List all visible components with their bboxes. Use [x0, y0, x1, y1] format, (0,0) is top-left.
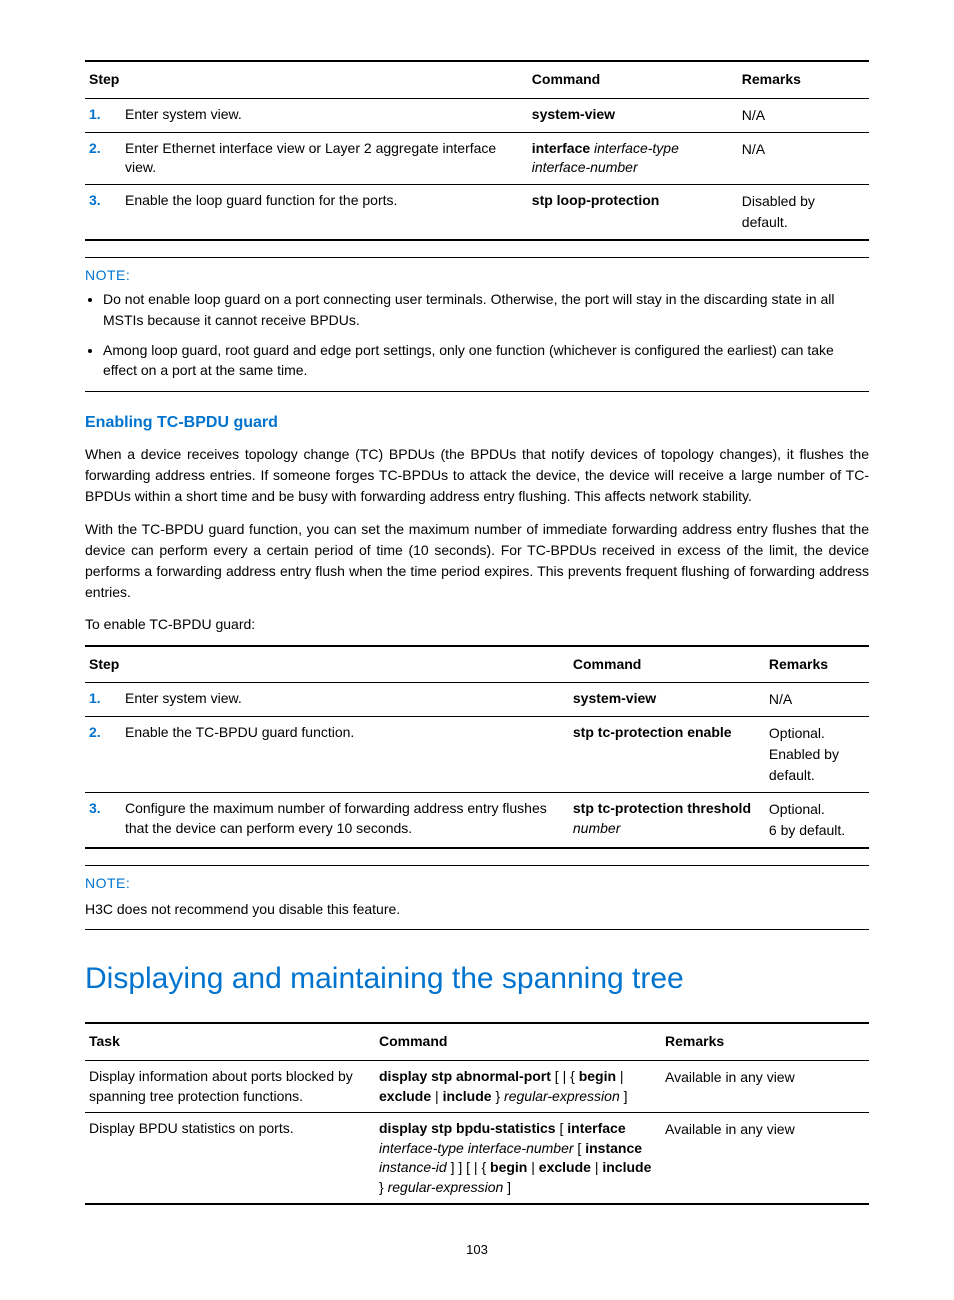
paragraph: When a device receives topology change (… — [85, 444, 869, 507]
remarks-text: Optional.Enabled by default. — [765, 717, 869, 793]
step-number: 1. — [85, 683, 121, 717]
header-command: Command — [528, 61, 738, 98]
loop-guard-table: Step Command Remarks 1.Enter system view… — [85, 60, 869, 241]
header-command: Command — [375, 1023, 661, 1060]
remarks-text: N/A — [765, 683, 869, 717]
note-item: Among loop guard, root guard and edge po… — [103, 340, 869, 381]
step-text: Enter system view. — [121, 683, 569, 717]
tc-bpdu-guard-table: Step Command Remarks 1.Enter system view… — [85, 645, 869, 850]
table-row: 1.Enter system view.system-viewN/A — [85, 683, 869, 717]
command-text: stp tc-protection threshold number — [569, 793, 765, 849]
note-tc-bpdu: NOTE: H3C does not recommend you disable… — [85, 865, 869, 930]
header-step: Step — [85, 61, 528, 98]
remarks-text: N/A — [738, 132, 869, 184]
command-text: system-view — [569, 683, 765, 717]
table-row: 2.Enable the TC-BPDU guard function.stp … — [85, 717, 869, 793]
remarks-text: Optional.6 by default. — [765, 793, 869, 849]
table-row: 2.Enter Ethernet interface view or Layer… — [85, 132, 869, 184]
remarks-text: Available in any view — [661, 1113, 869, 1205]
paragraph-lead: To enable TC-BPDU guard: — [85, 615, 869, 635]
header-remarks: Remarks — [738, 61, 869, 98]
table-row: 3.Enable the loop guard function for the… — [85, 184, 869, 240]
note-body: H3C does not recommend you disable this … — [85, 900, 869, 920]
command-text: display stp bpdu-statistics [ interface … — [375, 1113, 661, 1205]
table-row: 1.Enter system view.system-viewN/A — [85, 98, 869, 132]
subheading-tc-bpdu-guard: Enabling TC-BPDU guard — [85, 412, 869, 434]
paragraph: With the TC-BPDU guard function, you can… — [85, 519, 869, 603]
step-number: 3. — [85, 793, 121, 849]
step-number: 3. — [85, 184, 121, 240]
remarks-text: Available in any view — [661, 1060, 869, 1112]
header-remarks: Remarks — [661, 1023, 869, 1060]
note-label: NOTE: — [85, 266, 869, 286]
step-text: Enter Ethernet interface view or Layer 2… — [121, 132, 528, 184]
step-text: Enter system view. — [121, 98, 528, 132]
note-loop-guard: NOTE: Do not enable loop guard on a port… — [85, 257, 869, 392]
task-text: Display information about ports blocked … — [85, 1060, 375, 1112]
remarks-text: N/A — [738, 98, 869, 132]
step-text: Configure the maximum number of forwardi… — [121, 793, 569, 849]
step-number: 1. — [85, 98, 121, 132]
display-commands-table: Task Command Remarks Display information… — [85, 1022, 869, 1205]
table-row: Display BPDU statistics on ports.display… — [85, 1113, 869, 1205]
task-text: Display BPDU statistics on ports. — [85, 1113, 375, 1205]
step-text: Enable the TC-BPDU guard function. — [121, 717, 569, 793]
command-text: interface interface-type interface-numbe… — [528, 132, 738, 184]
section-heading: Displaying and maintaining the spanning … — [85, 958, 869, 1000]
step-text: Enable the loop guard function for the p… — [121, 184, 528, 240]
header-remarks: Remarks — [765, 646, 869, 683]
page-number: 103 — [85, 1241, 869, 1259]
header-task: Task — [85, 1023, 375, 1060]
note-label: NOTE: — [85, 874, 869, 894]
command-text: display stp abnormal-port [ | { begin | … — [375, 1060, 661, 1112]
table-row: 3.Configure the maximum number of forwar… — [85, 793, 869, 849]
command-text: system-view — [528, 98, 738, 132]
header-step: Step — [85, 646, 569, 683]
command-text: stp tc-protection enable — [569, 717, 765, 793]
table-row: Display information about ports blocked … — [85, 1060, 869, 1112]
step-number: 2. — [85, 132, 121, 184]
step-number: 2. — [85, 717, 121, 793]
command-text: stp loop-protection — [528, 184, 738, 240]
note-item: Do not enable loop guard on a port conne… — [103, 289, 869, 330]
remarks-text: Disabled by default. — [738, 184, 869, 240]
header-command: Command — [569, 646, 765, 683]
note-list: Do not enable loop guard on a port conne… — [103, 289, 869, 380]
